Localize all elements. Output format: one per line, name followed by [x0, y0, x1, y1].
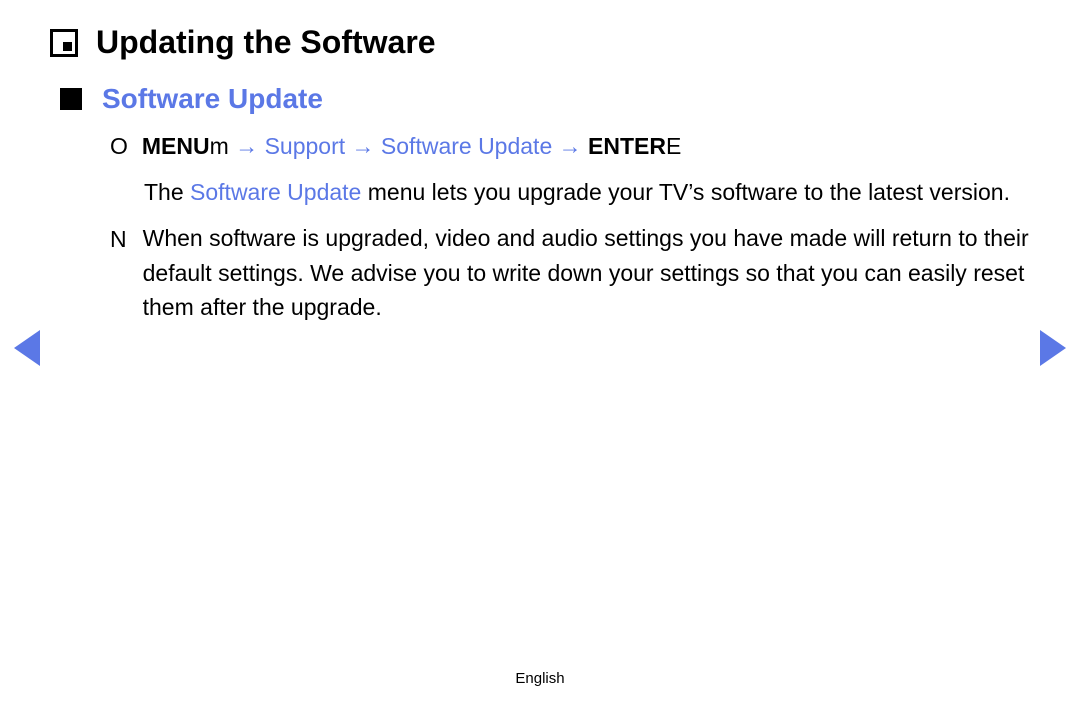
nav-bullet: O: [110, 133, 128, 160]
navigation-path: O MENUm → Support → Software Update → EN…: [110, 131, 1030, 162]
note-block: N When software is upgraded, video and a…: [110, 221, 1030, 325]
chapter-title: Updating the Software: [96, 24, 436, 61]
nav-enter-suffix: E: [666, 133, 681, 159]
note-bullet: N: [110, 221, 127, 257]
nav-arrow-2: →: [345, 133, 381, 159]
content-block: O MENUm → Support → Software Update → EN…: [110, 131, 1030, 325]
chapter-bullet-icon: [50, 29, 78, 57]
desc-prefix: The: [144, 179, 190, 205]
nav-arrow-3: →: [552, 133, 588, 159]
nav-enter-label: ENTER: [588, 133, 666, 159]
nav-support: Support: [265, 133, 346, 159]
section-bullet-icon: [60, 88, 82, 110]
next-page-arrow-icon[interactable]: [1040, 330, 1066, 366]
nav-arrow-1: →: [235, 133, 264, 159]
nav-menu-suffix: m: [210, 133, 229, 159]
nav-text: MENUm → Support → Software Update → ENTE…: [142, 131, 681, 162]
desc-highlight: Software Update: [190, 179, 361, 205]
prev-page-arrow-icon[interactable]: [14, 330, 40, 366]
section-heading: Software Update: [60, 83, 1030, 115]
description-paragraph: The Software Update menu lets you upgrad…: [144, 176, 1030, 209]
footer-language: English: [0, 670, 1080, 687]
desc-suffix: menu lets you upgrade your TV’s software…: [361, 179, 1010, 205]
chapter-heading: Updating the Software: [50, 24, 1030, 61]
nav-menu-label: MENU: [142, 133, 210, 159]
nav-software-update: Software Update: [381, 133, 552, 159]
note-text: When software is upgraded, video and aud…: [143, 221, 1030, 325]
section-title: Software Update: [102, 83, 323, 115]
